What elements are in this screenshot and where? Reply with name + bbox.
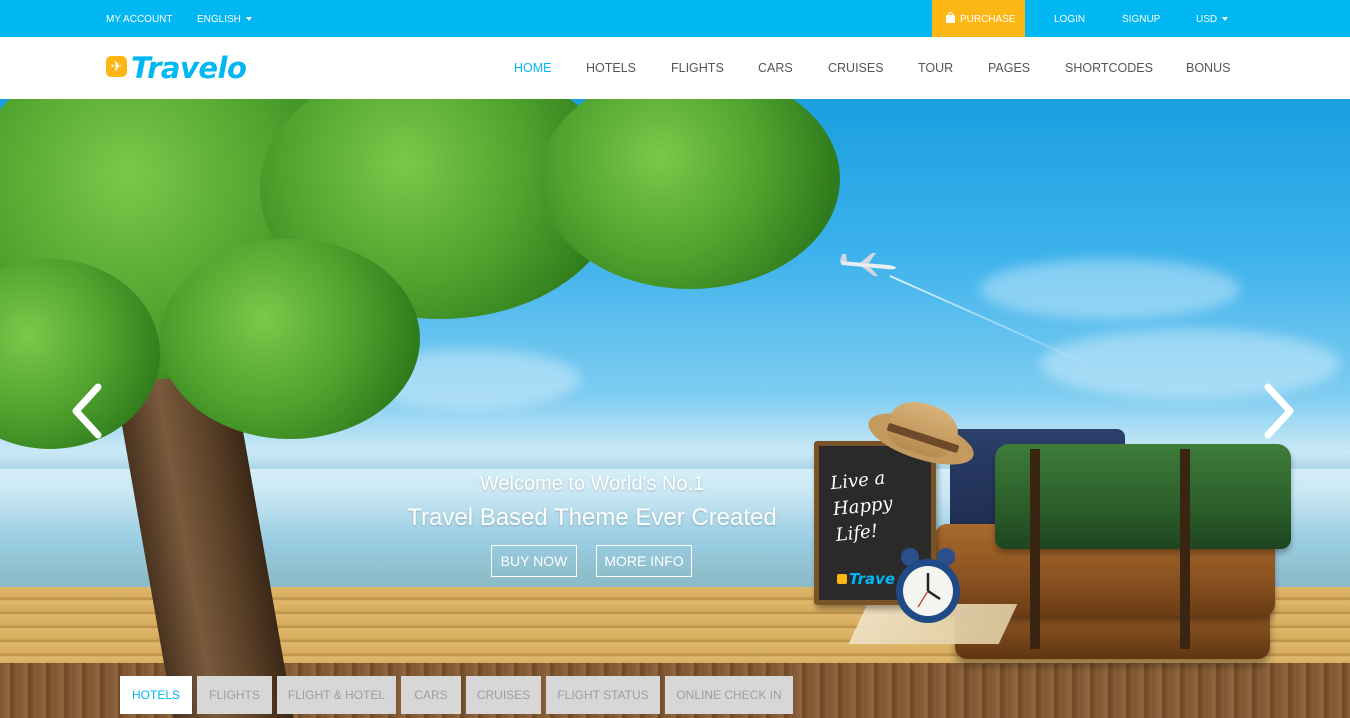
tab-flight-hotel[interactable]: FLIGHT & HOTEL: [277, 676, 396, 714]
site-logo[interactable]: ✈ Travelo: [106, 51, 247, 85]
slider-prev-icon[interactable]: [66, 381, 110, 441]
currency-dropdown[interactable]: USD: [1196, 0, 1229, 37]
logo-text: Travelo: [131, 51, 247, 85]
more-info-button[interactable]: MORE INFO: [596, 545, 692, 577]
buy-now-button[interactable]: BUY NOW: [491, 545, 577, 577]
nav-item-shortcodes[interactable]: SHORTCODES: [1065, 37, 1153, 99]
language-label: ENGLISH: [197, 14, 241, 25]
airplane-image: [840, 253, 896, 276]
tab-online-check-in[interactable]: ONLINE CHECK IN: [665, 676, 793, 714]
tab-flight-status[interactable]: FLIGHT STATUS: [546, 676, 660, 714]
chevron-down-icon: [245, 17, 252, 21]
my-account-link[interactable]: MY ACCOUNT: [106, 0, 173, 37]
nav-item-home[interactable]: HOME: [514, 37, 552, 99]
main-header: ✈ Travelo HOME HOTELS FLIGHTS CARS CRUIS…: [0, 37, 1350, 99]
language-dropdown[interactable]: ENGLISH: [197, 0, 252, 37]
hero-caption-line2: Travel Based Theme Ever Created: [407, 504, 777, 531]
tab-cars[interactable]: CARS: [401, 676, 461, 714]
nav-item-hotels[interactable]: HOTELS: [586, 37, 636, 99]
signup-link[interactable]: SIGNUP: [1122, 0, 1160, 37]
hero-caption-line1: Welcome to World's No.1: [479, 473, 705, 495]
tab-hotels[interactable]: HOTELS: [120, 676, 192, 714]
nav-item-cars[interactable]: CARS: [758, 37, 793, 99]
nav-item-tour[interactable]: TOUR: [918, 37, 953, 99]
logo-mark-icon: [837, 574, 847, 584]
hero-slider: Live a Happy Life! Trave Welcome to Worl…: [0, 99, 1350, 718]
shopping-bag-icon: [946, 12, 955, 23]
purchase-button[interactable]: PURCHASE: [932, 0, 1025, 37]
nav-item-cruises[interactable]: CRUISES: [828, 37, 884, 99]
tab-flights[interactable]: FLIGHTS: [197, 676, 272, 714]
tree-foliage-image: [160, 239, 420, 439]
purchase-label: PURCHASE: [960, 14, 1016, 25]
top-bar: MY ACCOUNT ENGLISH PURCHASE LOGIN SIGNUP…: [0, 0, 1350, 37]
plane-icon: ✈: [106, 55, 127, 77]
chevron-down-icon: [1222, 17, 1229, 21]
nav-item-bonus[interactable]: BONUS: [1186, 37, 1230, 99]
alarm-clock-image: [896, 548, 960, 623]
slider-next-icon[interactable]: [1256, 381, 1300, 441]
tab-cruises[interactable]: CRUISES: [466, 676, 541, 714]
cloud-image: [980, 259, 1240, 319]
chalkboard-logo: Trave: [837, 570, 895, 588]
nav-item-pages[interactable]: PAGES: [988, 37, 1030, 99]
login-link[interactable]: LOGIN: [1054, 0, 1085, 37]
nav-item-flights[interactable]: FLIGHTS: [671, 37, 724, 99]
currency-label: USD: [1196, 14, 1218, 25]
